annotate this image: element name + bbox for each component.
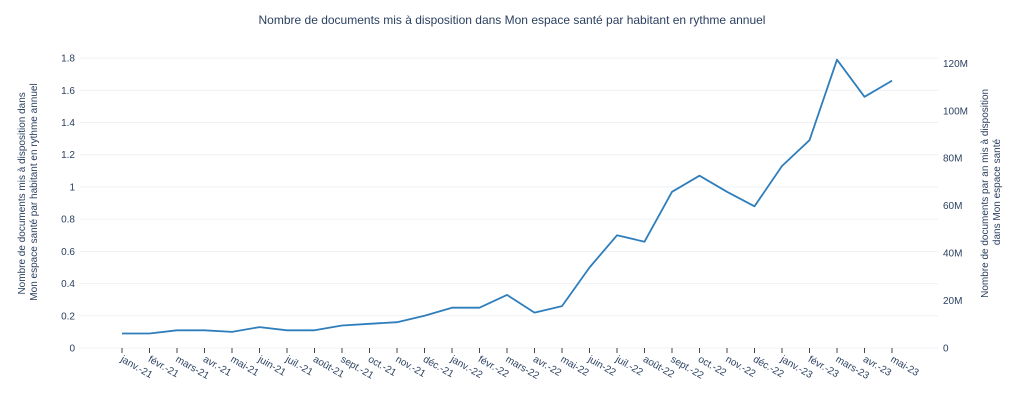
y-tick-label-left: 0 xyxy=(69,344,75,355)
right-y-axis: 0 20M 40M 60M 80M 100M 120M xyxy=(943,59,968,355)
x-tick-label: juil.-21 xyxy=(283,354,315,379)
x-tick-label: nov.-21 xyxy=(394,354,428,380)
x-tick-label: juin-21 xyxy=(255,354,288,379)
y-tick-label-right: 60M xyxy=(943,201,962,212)
y-tick-label-right: 120M xyxy=(943,59,968,70)
y-tick-label-left: 1.4 xyxy=(61,118,75,129)
line-chart: Nombre de documents mis à disposition da… xyxy=(17,13,1003,382)
series-line xyxy=(122,58,893,335)
y-tick-label-left: 1.6 xyxy=(61,86,75,97)
right-axis-title: Nombre de documents par an mis à disposi… xyxy=(980,86,1003,298)
y-tick-label-right: 0 xyxy=(943,344,949,355)
x-tick-label: nov.-22 xyxy=(724,354,758,380)
x-tick-label: juin-22 xyxy=(585,354,618,379)
y-tick-label-right: 100M xyxy=(943,106,968,117)
x-tick-label: mai-22 xyxy=(559,354,591,379)
series-layer xyxy=(122,58,893,335)
y-tick-label-right: 80M xyxy=(943,154,962,165)
left-axis-title: Nombre de documents mis à disposition da… xyxy=(17,83,40,300)
y-tick-label-right: 40M xyxy=(943,249,962,260)
y-tick-label-right: 20M xyxy=(943,296,962,307)
y-tick-label-left: 0.6 xyxy=(61,247,75,258)
left-y-axis: 0 0.2 0.4 0.6 0.8 1 1.2 1.4 1.6 1.8 xyxy=(61,54,75,355)
grid-lines xyxy=(80,57,938,349)
x-tick-label: déc.-21 xyxy=(421,354,456,380)
y-tick-label-left: 1 xyxy=(69,182,75,193)
y-tick-label-left: 1.8 xyxy=(61,54,75,65)
x-axis: janv.-21févr.-21mars-21avr.-21mai-21juin… xyxy=(118,348,921,382)
chart-title: Nombre de documents mis à disposition da… xyxy=(259,13,766,27)
y-tick-label-left: 0.2 xyxy=(61,311,75,322)
y-tick-label-left: 0.4 xyxy=(61,279,75,290)
x-tick-label: déc.-22 xyxy=(751,354,786,380)
x-tick-label: mai-23 xyxy=(889,354,921,379)
x-tick-label: juil.-22 xyxy=(613,354,645,379)
y-tick-label-left: 0.8 xyxy=(61,215,75,226)
x-tick-label: mai-21 xyxy=(229,354,261,379)
y-tick-label-left: 1.2 xyxy=(61,150,75,161)
